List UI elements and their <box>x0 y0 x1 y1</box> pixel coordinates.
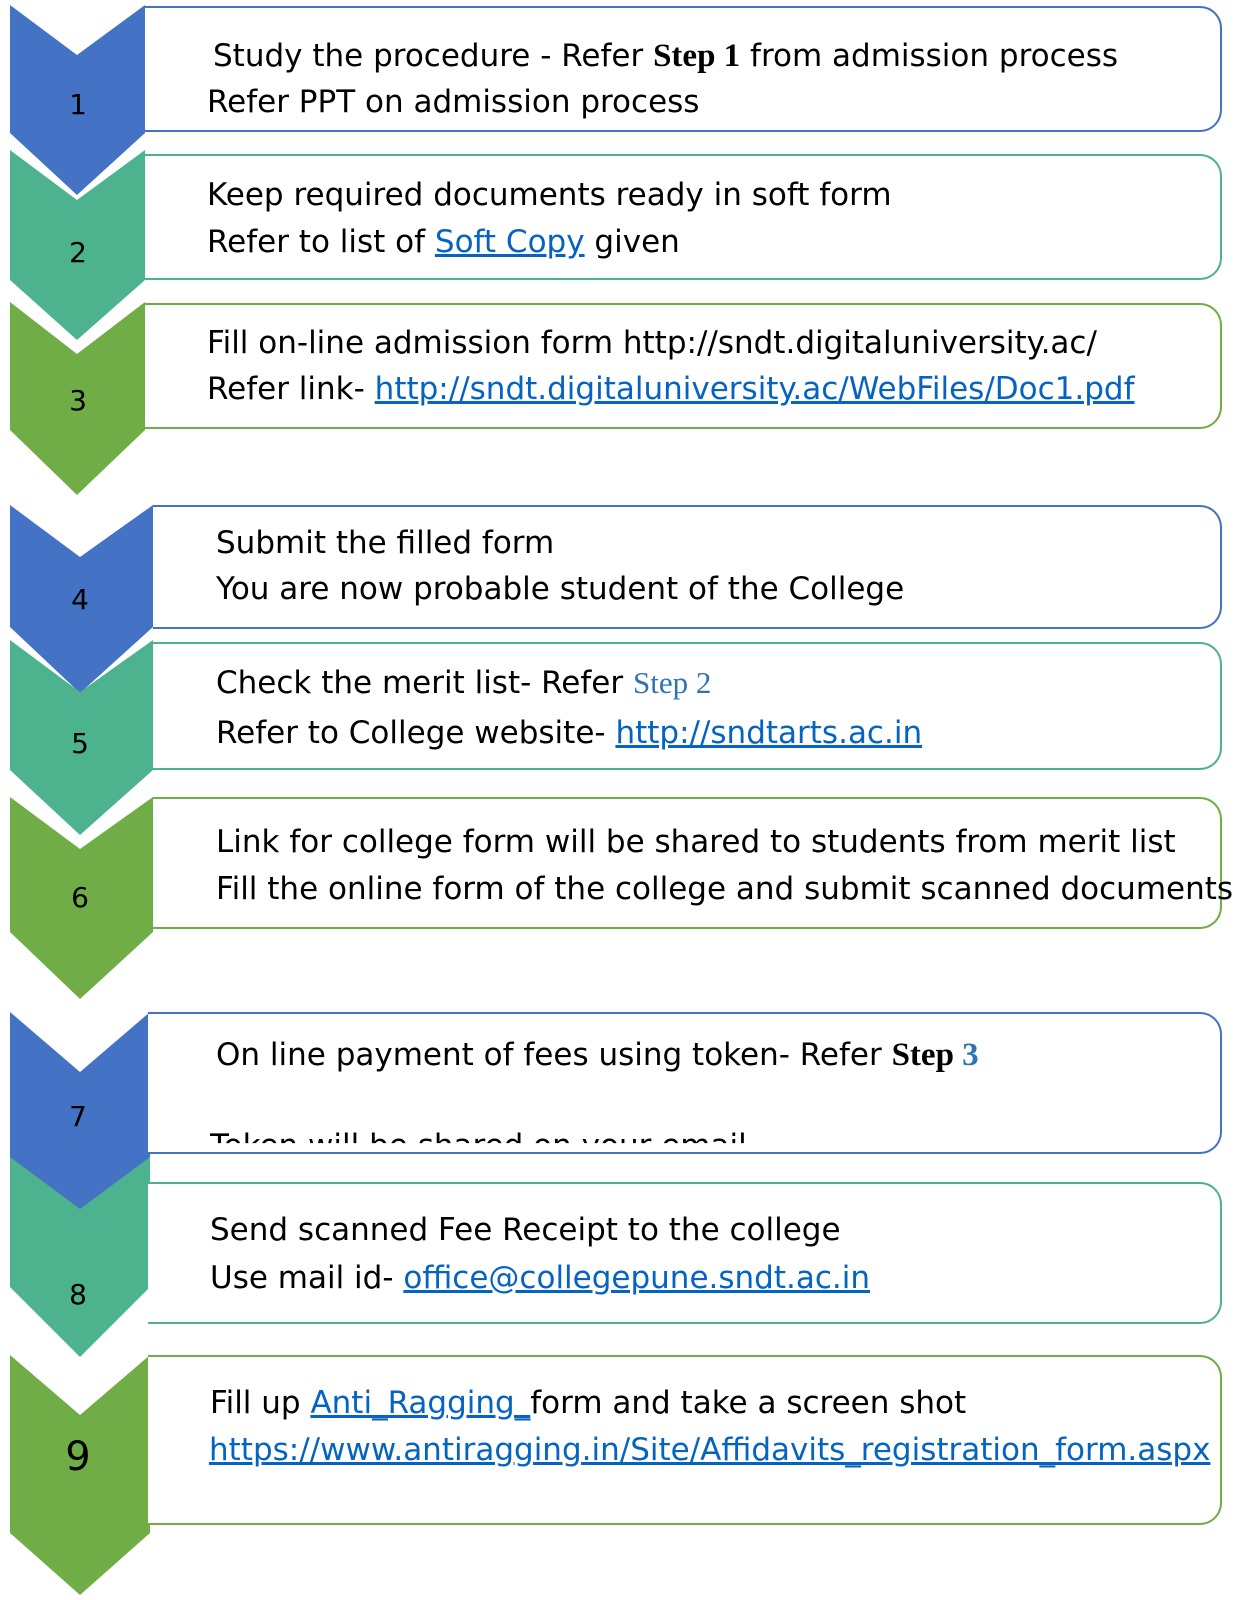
office-email-link[interactable]: office@collegepune.sndt.ac.in <box>403 1260 870 1296</box>
antiragging-url-link[interactable]: https://www.antiragging.in/Site/Affidavi… <box>209 1432 1210 1468</box>
step-6-number: 6 <box>71 881 89 914</box>
step-1-line-2: Refer PPT on admission process <box>207 84 700 120</box>
step-4-line-1: Submit the filled form <box>216 525 555 561</box>
step-8-line-2: Use mail id- office@collegepune.sndt.ac.… <box>210 1260 871 1296</box>
step-3-number: 3 <box>69 384 87 417</box>
step-6-box <box>153 797 1222 929</box>
college-website-link[interactable]: http://sndtarts.ac.in <box>615 715 922 751</box>
soft-copy-link[interactable]: Soft Copy <box>435 224 585 260</box>
step-8-chevron <box>10 1157 150 1357</box>
step-6-line-2: Fill the online form of the college and … <box>216 871 1234 907</box>
step-9-line-2: https://www.antiragging.in/Site/Affidavi… <box>209 1432 1210 1468</box>
anti-ragging-link[interactable]: Anti_Ragging_ <box>310 1385 530 1421</box>
step-2-line-1: Keep required documents ready in soft fo… <box>207 177 892 213</box>
step-8-number: 8 <box>69 1278 87 1311</box>
step-5-line-1: Check the merit list- Refer Step 2 <box>216 665 712 701</box>
step-7-line-1: On line payment of fees using token- Ref… <box>216 1037 979 1073</box>
doc1-pdf-link[interactable]: http://sndt.digitaluniversity.ac/WebFile… <box>375 371 1135 407</box>
step-4-box <box>153 505 1222 629</box>
step-3-box <box>145 303 1222 429</box>
step-3-line-1: Fill on-line admission form http://sndt.… <box>207 325 1097 361</box>
step-8-line-1: Send scanned Fee Receipt to the college <box>210 1212 841 1248</box>
step-2-box <box>145 154 1222 280</box>
step-4-number: 4 <box>71 583 89 616</box>
step-1-number: 1 <box>69 88 87 121</box>
step-1-line-1: Study the procedure - Refer Step 1 from … <box>213 38 1119 74</box>
step-2-line-2: Refer to list of Soft Copy given <box>207 224 680 260</box>
step-4-line-2: You are now probable student of the Coll… <box>216 571 905 607</box>
step-9-number: 9 <box>65 1434 91 1480</box>
step-5-number: 5 <box>71 727 89 760</box>
step-6-line-1: Link for college form will be shared to … <box>216 824 1176 860</box>
step-9-line-1: Fill up Anti_Ragging_form and take a scr… <box>210 1385 967 1421</box>
step-5-line-2: Refer to College website- http://sndtart… <box>216 715 923 751</box>
step-3-line-2: Refer link- http://sndt.digitaluniversit… <box>207 371 1135 407</box>
step-7-number: 7 <box>69 1100 87 1133</box>
step-2-number: 2 <box>69 236 87 269</box>
step-8-box <box>148 1182 1222 1324</box>
